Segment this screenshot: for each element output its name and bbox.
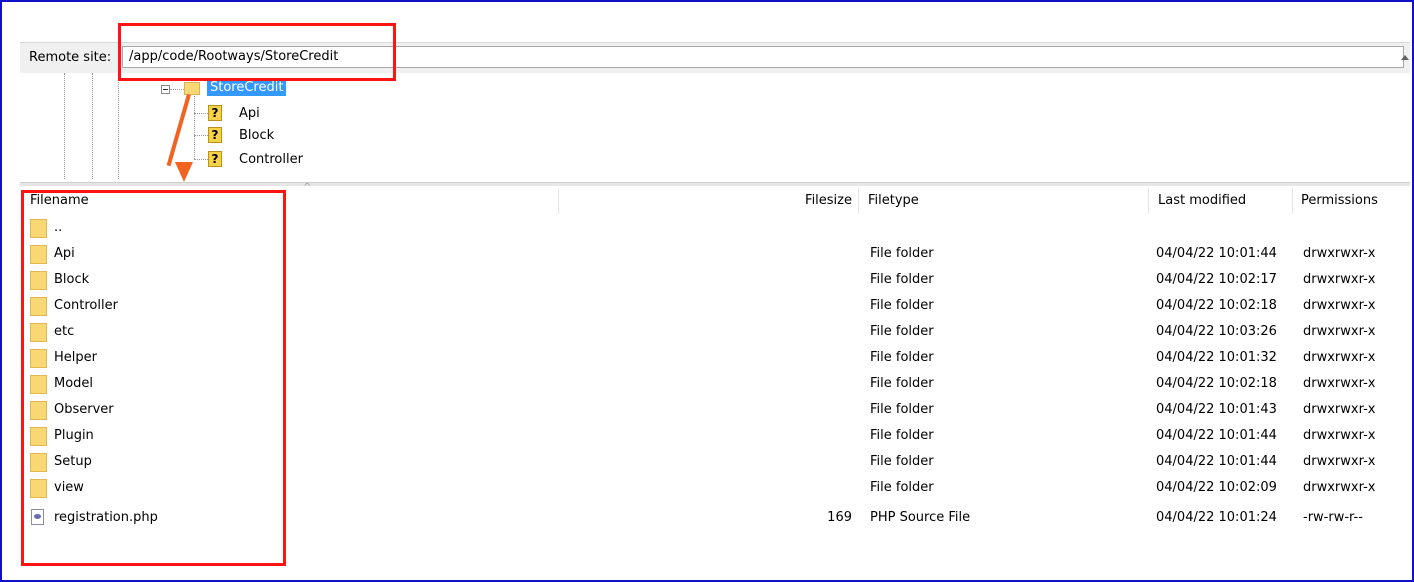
file-type: File folder — [870, 454, 934, 469]
file-type: File folder — [870, 402, 934, 417]
column-divider[interactable] — [1292, 188, 1293, 214]
collapse-icon[interactable] — [161, 85, 170, 94]
file-type: File folder — [870, 480, 934, 495]
scroll-up-icon[interactable] — [1398, 42, 1412, 72]
column-filetype[interactable]: Filetype — [868, 186, 919, 216]
file-type: File folder — [870, 298, 934, 313]
tree-guide-line — [92, 73, 93, 179]
file-permissions: drwxrwxr-x — [1303, 402, 1376, 417]
sort-indicator-icon: ^ — [303, 182, 312, 193]
remote-directory-tree: StoreCredit ? Api ? Block ? Controller — [20, 73, 1410, 181]
file-modified: 04/04/22 10:03:26 — [1156, 324, 1277, 339]
file-type: File folder — [870, 324, 934, 339]
file-modified: 04/04/22 10:01:32 — [1156, 350, 1277, 365]
file-permissions: drwxrwxr-x — [1303, 324, 1376, 339]
column-last-modified[interactable]: Last modified — [1158, 186, 1246, 216]
file-size: 169 — [827, 510, 852, 525]
file-modified: 04/04/22 10:02:17 — [1156, 272, 1277, 287]
file-type: File folder — [870, 272, 934, 287]
file-permissions: drwxrwxr-x — [1303, 272, 1376, 287]
tree-guide-line — [194, 93, 195, 159]
file-type: File folder — [870, 350, 934, 365]
file-permissions: drwxrwxr-x — [1303, 350, 1376, 365]
file-permissions: drwxrwxr-x — [1303, 454, 1376, 469]
tree-item-block[interactable]: Block — [239, 128, 274, 143]
unknown-folder-icon: ? — [208, 105, 222, 121]
tree-guide-line — [64, 73, 65, 179]
tree-guide-line — [170, 89, 184, 90]
column-permissions[interactable]: Permissions — [1301, 186, 1378, 216]
annotation-box-files — [21, 190, 286, 566]
column-divider[interactable] — [1148, 188, 1149, 214]
file-modified: 04/04/22 10:01:43 — [1156, 402, 1277, 417]
file-type: PHP Source File — [870, 510, 971, 525]
file-permissions: -rw-rw-r-- — [1303, 510, 1363, 525]
unknown-folder-icon: ? — [208, 151, 222, 167]
filezilla-window: Remote site: /app/code/Rootways/StoreCre… — [0, 0, 1414, 582]
file-modified: 04/04/22 10:01:44 — [1156, 246, 1277, 261]
file-permissions: drwxrwxr-x — [1303, 376, 1376, 391]
file-modified: 04/04/22 10:02:18 — [1156, 376, 1277, 391]
file-modified: 04/04/22 10:02:09 — [1156, 480, 1277, 495]
file-modified: 04/04/22 10:01:44 — [1156, 454, 1277, 469]
tree-item-controller[interactable]: Controller — [239, 152, 303, 167]
file-modified: 04/04/22 10:02:18 — [1156, 298, 1277, 313]
tree-item-storecredit[interactable]: StoreCredit — [207, 80, 287, 96]
column-divider[interactable] — [858, 188, 859, 214]
file-type: File folder — [870, 428, 934, 443]
annotation-box-path — [118, 23, 396, 81]
file-modified: 04/04/22 10:01:24 — [1156, 510, 1277, 525]
remote-site-label: Remote site: — [29, 50, 112, 65]
file-permissions: drwxrwxr-x — [1303, 428, 1376, 443]
file-permissions: drwxrwxr-x — [1303, 246, 1376, 261]
file-type: File folder — [870, 246, 934, 261]
column-filesize[interactable]: Filesize — [720, 186, 852, 216]
tree-guide-line — [118, 73, 119, 179]
tree-guide-line — [194, 159, 208, 160]
file-permissions: drwxrwxr-x — [1303, 298, 1376, 313]
file-modified: 04/04/22 10:01:44 — [1156, 428, 1277, 443]
tree-guide-line — [194, 135, 208, 136]
unknown-folder-icon: ? — [208, 127, 222, 143]
column-divider[interactable] — [558, 188, 559, 214]
tree-guide-line — [194, 113, 208, 114]
annotation-arrow-head — [175, 162, 193, 182]
file-type: File folder — [870, 376, 934, 391]
file-permissions: drwxrwxr-x — [1303, 480, 1376, 495]
tree-item-api[interactable]: Api — [239, 106, 260, 121]
